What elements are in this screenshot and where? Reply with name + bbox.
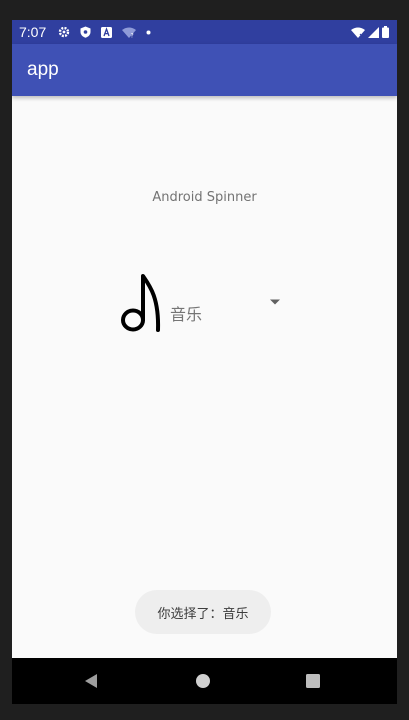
app-bar: app: [12, 44, 397, 96]
status-system-icons: [351, 26, 389, 38]
recents-icon: [306, 674, 320, 688]
cellular-signal-icon: [368, 26, 379, 38]
home-button[interactable]: [173, 658, 233, 704]
status-bar: 7:07 ?: [12, 20, 397, 44]
notification-dot-icon: [146, 30, 151, 34]
page-label: Android Spinner: [152, 190, 257, 205]
app-title: app: [27, 59, 59, 80]
a-badge-icon: [101, 26, 113, 38]
dropdown-arrow-icon: [270, 299, 280, 305]
wifi-question-icon: ?: [122, 27, 137, 38]
recents-button[interactable]: [283, 658, 343, 704]
battery-icon: [382, 26, 389, 38]
home-icon: [196, 674, 210, 688]
toast-message: 你选择了：音乐: [135, 590, 271, 634]
back-button[interactable]: [61, 658, 121, 704]
spinner-selected-value: 音乐: [170, 305, 203, 324]
shield-icon: [80, 26, 91, 38]
settings-icon: [59, 26, 70, 38]
status-notification-icons: ?: [58, 26, 151, 38]
svg-text:?: ?: [131, 32, 134, 38]
navigation-bar: [12, 658, 397, 704]
status-time: 7:07: [19, 24, 47, 40]
back-icon: [85, 674, 97, 688]
music-note-icon: [121, 274, 161, 332]
wifi-icon: [351, 27, 365, 38]
music-spinner[interactable]: 音乐: [116, 268, 286, 334]
app-screen: 7:07 ? app Android Spinner 音乐 你选择了：音乐: [12, 20, 397, 698]
